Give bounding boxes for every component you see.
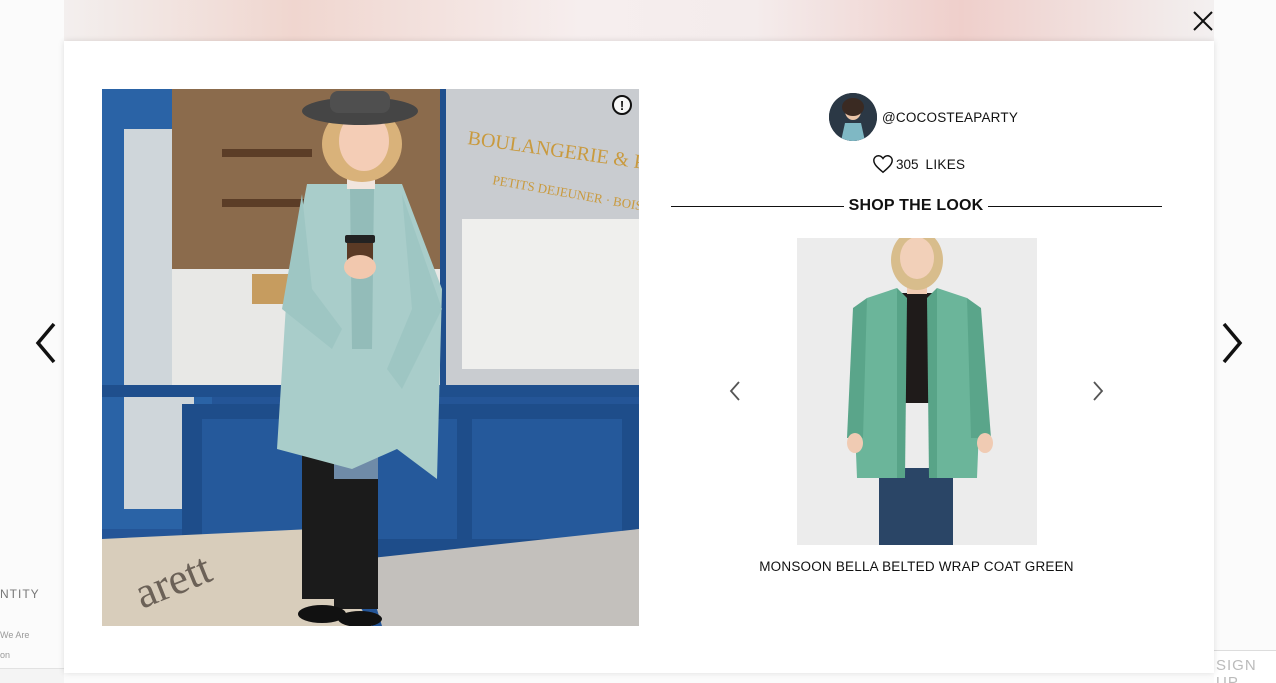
- shop-the-look-heading: SHOP THE LOOK: [671, 195, 1162, 217]
- lightbox-modal: BOULANGERIE & PA PETITS DEJEUNER · BOISS…: [64, 41, 1214, 673]
- section-title: SHOP THE LOOK: [848, 197, 984, 214]
- chevron-left-icon: [35, 322, 56, 364]
- chevron-right-icon: [1222, 322, 1243, 364]
- heart-icon: [873, 155, 893, 174]
- next-post-button[interactable]: [1216, 320, 1246, 366]
- background-footer: [0, 668, 64, 683]
- background-text: on: [0, 650, 11, 660]
- background-heading: NTITY: [0, 587, 40, 601]
- product-image[interactable]: [797, 238, 1037, 545]
- likes-count: 305: [896, 156, 919, 172]
- chevron-right-icon: [1093, 381, 1104, 401]
- avatar: [829, 93, 877, 141]
- exclamation-circle-icon: !: [619, 97, 625, 113]
- product-prev-button[interactable]: [728, 380, 742, 402]
- divider: [671, 206, 844, 207]
- likes-label: LIKES: [925, 156, 966, 172]
- previous-post-button[interactable]: [32, 320, 62, 366]
- close-button[interactable]: [1190, 8, 1216, 34]
- report-button[interactable]: !: [612, 95, 632, 115]
- post-photo-illustration: BOULANGERIE & PA PETITS DEJEUNER · BOISS…: [102, 89, 639, 626]
- likes[interactable]: 305 LIKES: [872, 153, 965, 175]
- product-next-button[interactable]: [1091, 380, 1105, 402]
- close-icon: [1193, 11, 1213, 31]
- background-banner: [64, 0, 1214, 41]
- post-author[interactable]: @COCOSTEAPARTY: [829, 93, 1018, 141]
- chevron-left-icon: [729, 381, 740, 401]
- product-name-link[interactable]: MONSOON BELLA BELTED WRAP COAT GREEN: [754, 559, 1079, 574]
- product-photo-illustration: [797, 238, 1037, 545]
- divider: [988, 206, 1162, 207]
- post-photo: BOULANGERIE & PA PETITS DEJEUNER · BOISS…: [102, 89, 639, 626]
- background-text: We Are: [0, 630, 30, 640]
- signup-button[interactable]: SIGN UP: [1214, 650, 1276, 683]
- username: @COCOSTEAPARTY: [882, 109, 1019, 125]
